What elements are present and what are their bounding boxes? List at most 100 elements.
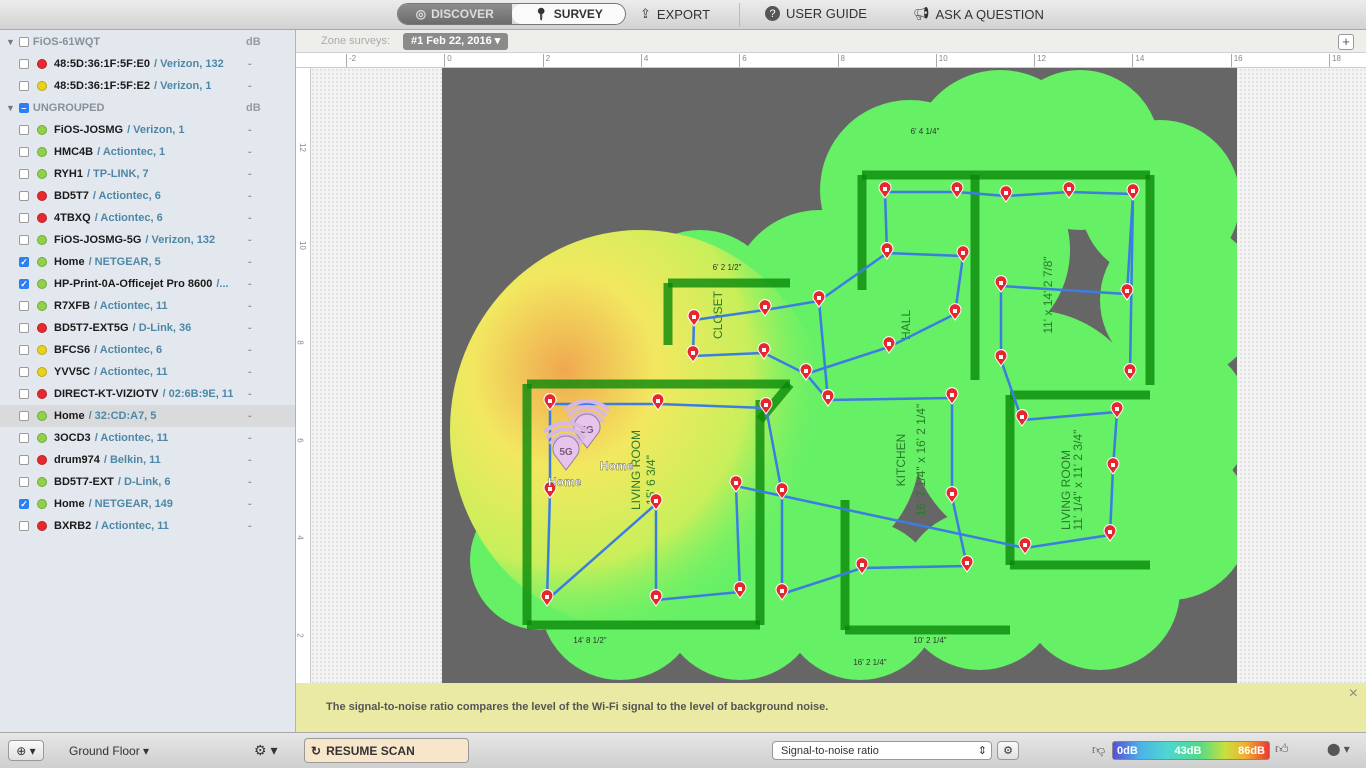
network-item[interactable]: ✓ HP-Print-0A-Officejet Pro 8600 /... - [0,273,295,295]
network-item[interactable]: BXRB2 / Actiontec, 11 - [0,515,295,537]
survey-point-dot [999,355,1003,359]
network-checkbox[interactable] [19,411,29,421]
user-guide-button[interactable]: ? USER GUIDE [765,6,867,21]
network-item[interactable]: BD5T7 / Actiontec, 6 - [0,185,295,207]
signal-value: - [248,366,252,378]
settings-gear-icon[interactable]: ⚙ ▾ [254,742,277,759]
network-item[interactable]: DIRECT-KT-VIZIOTV / 02:6B:9E, 11 - [0,383,295,405]
help-icon: ? [765,6,780,21]
network-checkbox[interactable] [19,301,29,311]
ask-question-button[interactable]: 📢︎ ASK A QUESTION [913,6,1044,22]
network-vendor: / D-Link, 6 [117,476,171,488]
network-vendor: / Actiontec, 11 [95,520,169,532]
network-checkbox[interactable]: ✓ [19,499,29,509]
network-checkbox[interactable] [19,521,29,531]
network-item[interactable]: 48:5D:36:1F:5F:E0 / Verizon, 132 - [0,53,295,75]
network-item[interactable]: RYH1 / TP-LINK, 7 - [0,163,295,185]
metric-select[interactable]: Signal-to-noise ratio ⇕ [772,741,992,760]
status-face-icon [37,499,47,509]
unit-label: dB [246,102,261,114]
network-name: BFCS6 [54,344,91,356]
survey-point-dot [817,296,821,300]
disclosure-triangle-icon[interactable]: ▼ [6,103,15,113]
network-checkbox[interactable] [19,59,29,69]
survey-point-dot [548,399,552,403]
dimension-label: 16' 2 1/4" [853,658,886,667]
export-button[interactable]: ⇪ EXPORT [640,6,710,22]
network-checkbox[interactable] [19,367,29,377]
network-checkbox[interactable] [19,433,29,443]
zone-select[interactable]: #1 Feb 22, 2016 ▾ [403,33,509,50]
metric-settings-button[interactable]: ⚙ [997,741,1019,760]
group-header[interactable]: ▼ FiOS-61WQT dB [0,31,295,53]
discover-tab[interactable]: ◎ DISCOVER [398,4,512,24]
network-name: Home [54,498,85,510]
network-item[interactable]: FiOS-JOSMG / Verizon, 1 - [0,119,295,141]
survey-point-dot [961,251,965,255]
network-item[interactable]: R7XFB / Actiontec, 11 - [0,295,295,317]
add-zone-button[interactable]: + [1338,34,1354,50]
network-name: R7XFB [54,300,91,312]
network-item[interactable]: ✓ Home / NETGEAR, 149 - [0,493,295,515]
pin-menu-icon[interactable]: ⬤ ▾ [1327,742,1350,756]
resume-scan-button[interactable]: ↻ RESUME SCAN [304,738,469,763]
network-vendor: / Actiontec, 11 [94,432,169,444]
ruler-tick: 12 [1034,54,1046,67]
group-header[interactable]: ▼ – UNGROUPED dB [0,97,295,119]
network-checkbox[interactable] [19,125,29,135]
status-face-icon [37,433,47,443]
group-checkbox[interactable]: – [18,103,29,113]
network-item[interactable]: 3OCD3 / Actiontec, 11 - [0,427,295,449]
network-item[interactable]: YVV5C / Actiontec, 11 - [0,361,295,383]
network-item[interactable]: drum974 / Belkin, 11 - [0,449,295,471]
network-checkbox[interactable] [19,235,29,245]
network-checkbox[interactable] [19,169,29,179]
survey-point-dot [1108,530,1112,534]
survey-point-dot [965,561,969,565]
network-item[interactable]: 48:5D:36:1F:5F:E2 / Verizon, 1 - [0,75,295,97]
floor-plan[interactable]: LIVING ROOM KITCHEN CLOSET HALL LIVING ROOM 1… [442,68,1260,683]
network-item[interactable]: BFCS6 / Actiontec, 6 - [0,339,295,361]
ruler-tick: 2 [295,633,305,638]
network-name: Home [54,410,85,422]
network-item[interactable]: HMC4B / Actiontec, 1 - [0,141,295,163]
network-name: FiOS-JOSMG [54,124,124,136]
network-item[interactable]: Home / 32:CD:A7, 5 - [0,405,295,427]
refresh-icon: ↻ [311,743,322,758]
survey-tab[interactable]: 📍︎ SURVEY [511,4,625,24]
floor-select[interactable]: Ground Floor ▾ [69,744,149,758]
network-vendor: / Verizon, 132 [153,58,224,70]
mode-switch[interactable]: ◎ DISCOVER 📍︎ SURVEY [397,3,626,25]
network-item[interactable]: 4TBXQ / Actiontec, 6 - [0,207,295,229]
network-name: drum974 [54,454,100,466]
add-menu-button[interactable]: ⊕ ▾ [8,740,44,761]
network-item[interactable]: ✓ Home / NETGEAR, 5 - [0,251,295,273]
network-checkbox[interactable] [19,81,29,91]
survey-point-dot [780,488,784,492]
network-checkbox[interactable] [19,147,29,157]
survey-point-dot [883,187,887,191]
close-icon[interactable]: × [1349,685,1358,703]
network-checkbox[interactable] [19,213,29,223]
info-banner: The signal-to-noise ratio compares the l… [296,683,1366,732]
network-checkbox[interactable] [19,389,29,399]
disclosure-triangle-icon[interactable]: ▼ [6,37,15,47]
dimension-label: 14' 8 1/2" [573,636,606,645]
signal-value: - [248,388,252,400]
network-item[interactable]: BD5T7-EXT5G / D-Link, 36 - [0,317,295,339]
network-item[interactable]: FiOS-JOSMG-5G / Verizon, 132 - [0,229,295,251]
network-checkbox[interactable] [19,323,29,333]
network-checkbox[interactable]: ✓ [19,257,29,267]
status-face-icon [37,191,47,201]
survey-point-dot [654,595,658,599]
network-checkbox[interactable]: ✓ [19,279,29,289]
network-checkbox[interactable] [19,455,29,465]
status-face-icon [37,301,47,311]
network-checkbox[interactable] [19,477,29,487]
network-checkbox[interactable] [19,191,29,201]
network-checkbox[interactable] [19,345,29,355]
group-checkbox[interactable] [18,37,29,47]
survey-point-dot [654,499,658,503]
room-label: KITCHEN [894,434,908,487]
network-item[interactable]: BD5T7-EXT / D-Link, 6 - [0,471,295,493]
